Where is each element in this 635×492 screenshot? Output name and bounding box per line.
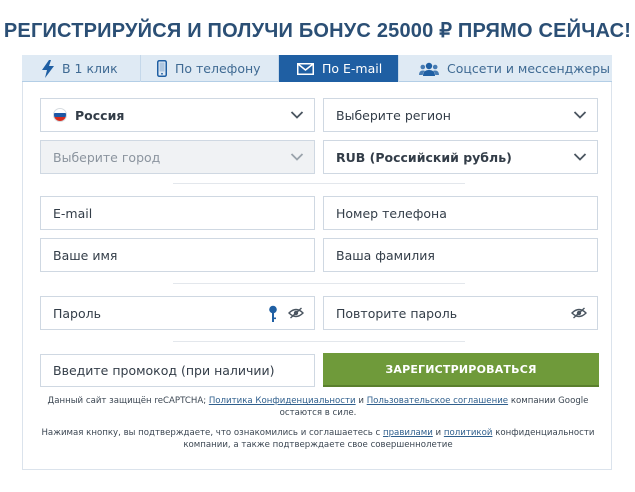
recaptcha-text: Данный сайт защищён reCAPTCHA; — [47, 396, 207, 406]
city-select[interactable]: Выберите город — [40, 140, 315, 174]
promo-code-field[interactable]: Введите промокод (при наличии) — [40, 354, 315, 387]
tab-email[interactable]: По E-mail — [279, 55, 398, 82]
tab-label: По телефону — [175, 61, 261, 76]
consent-and: и — [435, 428, 442, 438]
phone-placeholder: Номер телефона — [336, 205, 447, 221]
tab-social[interactable]: Соцсети и мессенджеры — [399, 55, 612, 82]
region-select[interactable]: Выберите регион — [323, 98, 598, 132]
recaptcha-text: остаются в силе. — [279, 407, 357, 418]
tab-label: По E-mail — [322, 61, 383, 76]
chevron-down-icon — [290, 111, 304, 119]
recaptcha-note: Данный сайт защищён reCAPTCHA; Политика … — [23, 396, 613, 419]
terms-link[interactable]: Пользовательское соглашение — [367, 396, 508, 406]
policy-link[interactable]: политикой — [444, 428, 493, 438]
envelope-icon — [297, 62, 314, 75]
currency-value: RUB (Российский рубль) — [336, 149, 512, 165]
recaptcha-and: и — [358, 396, 364, 406]
first-name-placeholder: Ваше имя — [53, 247, 118, 263]
password-placeholder: Пароль — [53, 305, 101, 321]
recaptcha-text: компании Google — [510, 396, 589, 406]
region-placeholder: Выберите регион — [336, 107, 451, 123]
divider — [173, 183, 465, 184]
consent-text: конфиденциальности — [495, 428, 595, 438]
register-button[interactable]: ЗАРЕГИСТРИРОВАТЬСЯ — [323, 353, 599, 387]
chevron-down-icon — [573, 111, 587, 119]
divider — [173, 341, 465, 342]
email-placeholder: E-mail — [53, 205, 93, 221]
email-field[interactable]: E-mail — [40, 196, 315, 230]
password-repeat-placeholder: Повторите пароль — [336, 305, 458, 321]
city-placeholder: Выберите город — [53, 149, 161, 165]
currency-select[interactable]: RUB (Российский рубль) — [323, 140, 598, 174]
tab-label: Соцсети и мессенджеры — [447, 61, 611, 76]
last-name-placeholder: Ваша фамилия — [336, 247, 435, 263]
eye-slash-icon[interactable] — [571, 307, 587, 319]
russia-flag-icon — [53, 108, 67, 122]
registration-tabs: В 1 клик По телефону По E-mail Соцсети и… — [22, 55, 612, 82]
country-select[interactable]: Россия — [40, 98, 315, 132]
consent-note: Нажимая кнопку, вы подтверждаете, что оз… — [23, 428, 613, 451]
promo-placeholder: Введите промокод (при наличии) — [53, 363, 275, 378]
first-name-field[interactable]: Ваше имя — [40, 238, 315, 272]
rules-link[interactable]: правилами — [383, 428, 433, 438]
tab-label: В 1 клик — [62, 61, 118, 76]
password-field[interactable]: Пароль — [40, 296, 315, 330]
password-repeat-field[interactable]: Повторите пароль — [323, 296, 598, 330]
divider — [173, 283, 465, 284]
registration-form: Россия Выберите регион Выберите город RU… — [22, 82, 612, 470]
eye-slash-icon[interactable] — [288, 307, 304, 319]
users-icon — [419, 62, 439, 76]
consent-text: компании, а также подтверждаете свое сов… — [183, 439, 453, 450]
tab-one-click[interactable]: В 1 клик — [22, 55, 140, 82]
phone-icon — [157, 60, 167, 77]
last-name-field[interactable]: Ваша фамилия — [323, 238, 598, 272]
consent-text: Нажимая кнопку, вы подтверждаете, что оз… — [41, 428, 381, 438]
privacy-policy-link[interactable]: Политика Конфиденциальности — [209, 396, 356, 406]
key-icon[interactable] — [268, 305, 278, 323]
country-value: Россия — [75, 107, 125, 123]
lightning-icon — [42, 59, 54, 78]
chevron-down-icon — [290, 153, 304, 161]
tab-phone[interactable]: По телефону — [141, 55, 278, 82]
page-title: РЕГИСТРИРУЙСЯ И ПОЛУЧИ БОНУС 25000 ₽ ПРЯ… — [3, 20, 632, 42]
phone-field[interactable]: Номер телефона — [323, 196, 598, 230]
chevron-down-icon — [573, 153, 587, 161]
